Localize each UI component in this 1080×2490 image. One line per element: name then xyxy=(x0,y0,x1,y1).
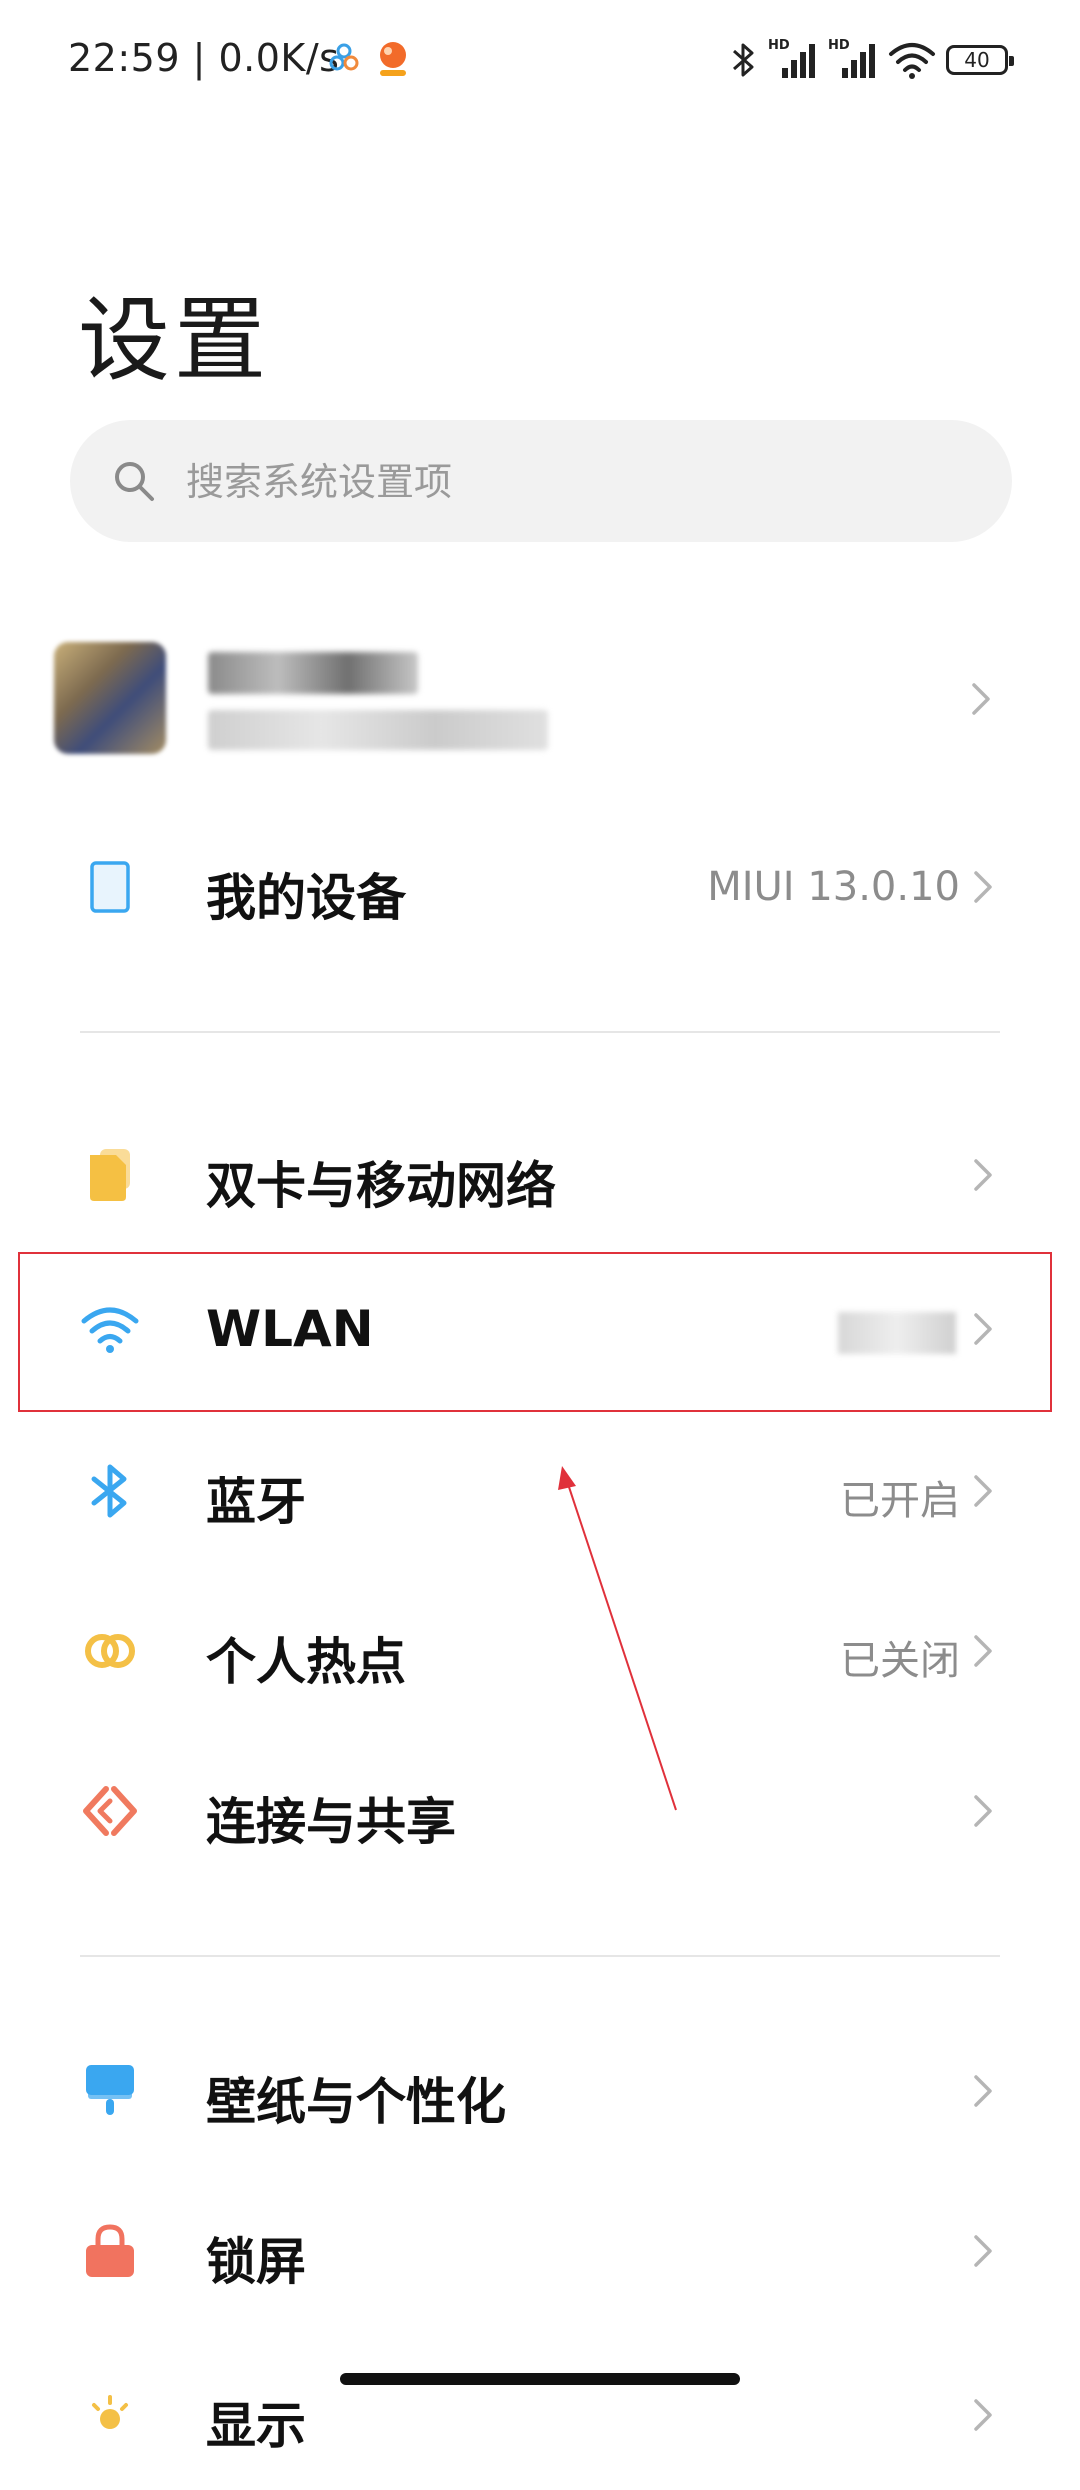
annotation-arrow xyxy=(558,1466,677,1811)
home-indicator[interactable] xyxy=(340,2373,740,2385)
chevron-right-icon xyxy=(974,2399,992,2431)
